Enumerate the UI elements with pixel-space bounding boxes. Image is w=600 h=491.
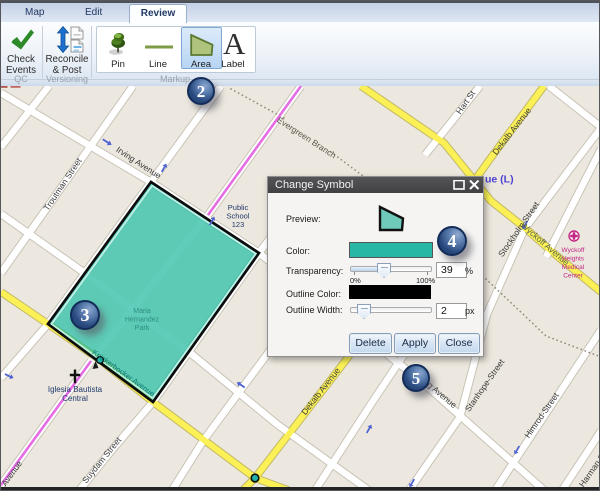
- svg-text:Central: Central: [62, 394, 88, 403]
- svg-text:ue (L): ue (L): [485, 174, 514, 186]
- svg-text:123: 123: [232, 220, 245, 229]
- svg-text:Wyckoff: Wyckoff: [562, 247, 585, 254]
- svg-text:Maria: Maria: [133, 308, 151, 315]
- svg-text:Iglesia Bautista: Iglesia Bautista: [48, 385, 103, 394]
- svg-text:Heights: Heights: [562, 256, 585, 263]
- svg-text:Medical: Medical: [562, 264, 585, 271]
- svg-text:Park: Park: [135, 325, 150, 332]
- svg-text:Hernandez: Hernandez: [125, 317, 160, 324]
- svg-text:Center: Center: [563, 273, 583, 280]
